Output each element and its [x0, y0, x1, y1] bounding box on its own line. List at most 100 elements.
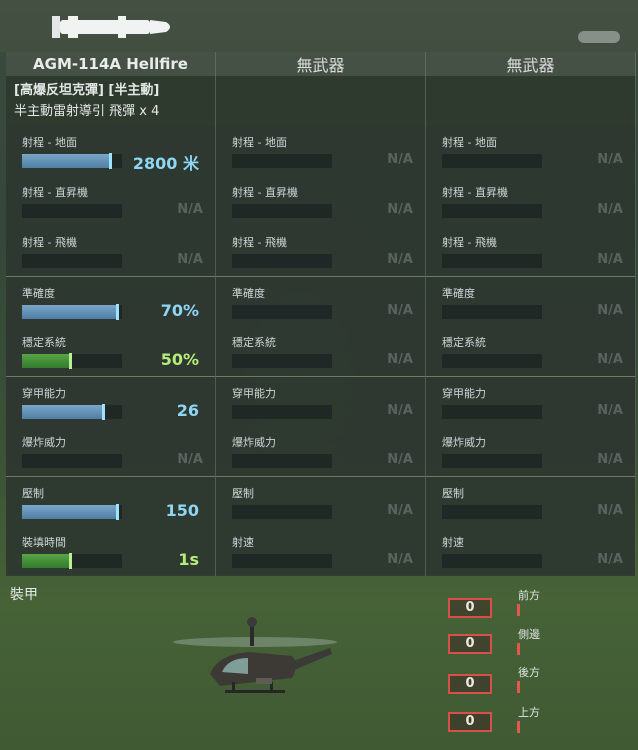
stat-bar-track [442, 254, 542, 268]
stat-value-na: N/A [387, 503, 413, 518]
missile-icon [52, 16, 170, 38]
stat-cell: 準確度 70% [6, 276, 216, 326]
stat-bar-track [22, 204, 122, 218]
armor-label: 前方 [518, 589, 540, 602]
stat-cell: 準確度 N/A [216, 276, 426, 326]
stat-bar-track [232, 254, 332, 268]
stat-label: 射程 - 地面 [22, 136, 77, 149]
stat-value: 150 [165, 501, 199, 520]
stat-label: 穩定系統 [22, 336, 66, 349]
armor-tick [517, 604, 520, 616]
stat-bar-cap [116, 504, 119, 520]
stat-bar-cap [102, 404, 105, 420]
stat-cell: 射程 - 飛機 N/A [426, 226, 636, 276]
stat-label: 射程 - 飛機 [442, 236, 497, 249]
weapon-icon-strip [0, 0, 638, 52]
stat-label: 壓制 [442, 487, 464, 500]
stat-value-na: N/A [597, 503, 623, 518]
stat-cell: 穿甲能力 N/A [216, 376, 426, 426]
stat-bar-track [22, 553, 122, 569]
stat-label: 射程 - 地面 [442, 136, 497, 149]
stat-cell: 壓制 N/A [426, 476, 636, 526]
stat-cell: 爆炸威力 N/A [216, 426, 426, 476]
stat-value-na: N/A [387, 252, 413, 267]
stat-label: 射程 - 直昇機 [22, 186, 88, 199]
stat-bar-track [22, 153, 122, 169]
stat-bar-track [442, 405, 542, 419]
stat-value-na: N/A [177, 252, 203, 267]
stat-bar-track [22, 504, 122, 520]
stat-bar-track [22, 254, 122, 268]
stat-label: 射程 - 飛機 [232, 236, 287, 249]
stat-cell: 射程 - 地面 N/A [216, 126, 426, 176]
weapon-info-empty-2 [216, 76, 426, 126]
stat-bar-fill [22, 154, 112, 168]
stat-value: 70% [160, 301, 199, 320]
stat-label: 壓制 [22, 487, 44, 500]
weapon-info-empty-3 [426, 76, 636, 126]
stat-label: 爆炸威力 [22, 436, 66, 449]
stat-cell: 穿甲能力 N/A [426, 376, 636, 426]
weapon-header-2[interactable]: 無武器 [216, 52, 426, 76]
stat-value-na: N/A [597, 552, 623, 567]
stat-value-na: N/A [597, 303, 623, 318]
stat-cell: 射程 - 直昇機 N/A [426, 176, 636, 226]
stat-label: 射速 [232, 536, 254, 549]
stat-value-na: N/A [387, 303, 413, 318]
weapon-info: [高爆反坦克彈] [半主動] 半主動雷射導引 飛彈 x 4 [6, 76, 216, 126]
stat-cell: 穩定系統 N/A [216, 326, 426, 376]
stat-bar-track [22, 304, 122, 320]
stat-cell: 射程 - 地面 N/A [426, 126, 636, 176]
stat-bar-fill [22, 305, 119, 319]
weapon-header-3[interactable]: 無武器 [426, 52, 636, 76]
stat-bar-track [232, 554, 332, 568]
stat-value: 50% [160, 350, 199, 369]
stat-label: 射程 - 飛機 [22, 236, 77, 249]
armor-value-box: 0 [448, 598, 492, 618]
stat-bar-cap [69, 353, 72, 369]
stat-label: 穿甲能力 [232, 387, 276, 400]
stat-cell: 壓制 N/A [216, 476, 426, 526]
stat-cell: 爆炸威力 N/A [6, 426, 216, 476]
armor-title: 裝甲 [10, 587, 38, 603]
stat-label: 射程 - 直昇機 [442, 186, 508, 199]
stat-value-na: N/A [597, 252, 623, 267]
stat-cell: 射速 N/A [216, 526, 426, 576]
stat-bar-track [22, 353, 122, 369]
stat-cell: 射程 - 飛機 N/A [216, 226, 426, 276]
helicopter-image [173, 617, 337, 693]
stat-bar-fill [22, 405, 105, 419]
stat-cell: 射速 N/A [426, 526, 636, 576]
stat-cell: 射程 - 飛機 N/A [6, 226, 216, 276]
stat-cell: 穩定系統 N/A [426, 326, 636, 376]
stat-value-na: N/A [387, 552, 413, 567]
stat-bar-track [232, 354, 332, 368]
stat-bar-track [232, 154, 332, 168]
stat-bar-cap [69, 553, 72, 569]
stat-cell: 穩定系統 50% [6, 326, 216, 376]
stat-bar-track [442, 454, 542, 468]
armor-value-box: 0 [448, 634, 492, 654]
stat-bar-track [232, 454, 332, 468]
armor-value-box: 0 [448, 712, 492, 732]
stat-value-na: N/A [387, 202, 413, 217]
stat-value-na: N/A [597, 152, 623, 167]
stat-bar-cap [116, 304, 119, 320]
stat-bar-cap [109, 153, 112, 169]
armor-label: 側邊 [518, 628, 540, 641]
stat-value-na: N/A [387, 452, 413, 467]
stat-value: 26 [176, 401, 199, 420]
stat-cell: 射程 - 直昇機 N/A [6, 176, 216, 226]
stat-label: 準確度 [232, 287, 265, 300]
armor-label: 後方 [518, 666, 540, 679]
stat-bar-track [442, 204, 542, 218]
weapon-header-1[interactable]: AGM-114A Hellfire [6, 52, 216, 76]
armor-value-box: 0 [448, 674, 492, 694]
stat-value-na: N/A [387, 403, 413, 418]
stat-bar-track [22, 404, 122, 420]
stat-cell: 壓制 150 [6, 476, 216, 526]
stat-bar-fill [22, 554, 72, 568]
stat-label: 穿甲能力 [442, 387, 486, 400]
stat-cell: 爆炸威力 N/A [426, 426, 636, 476]
stat-bar-track [232, 405, 332, 419]
